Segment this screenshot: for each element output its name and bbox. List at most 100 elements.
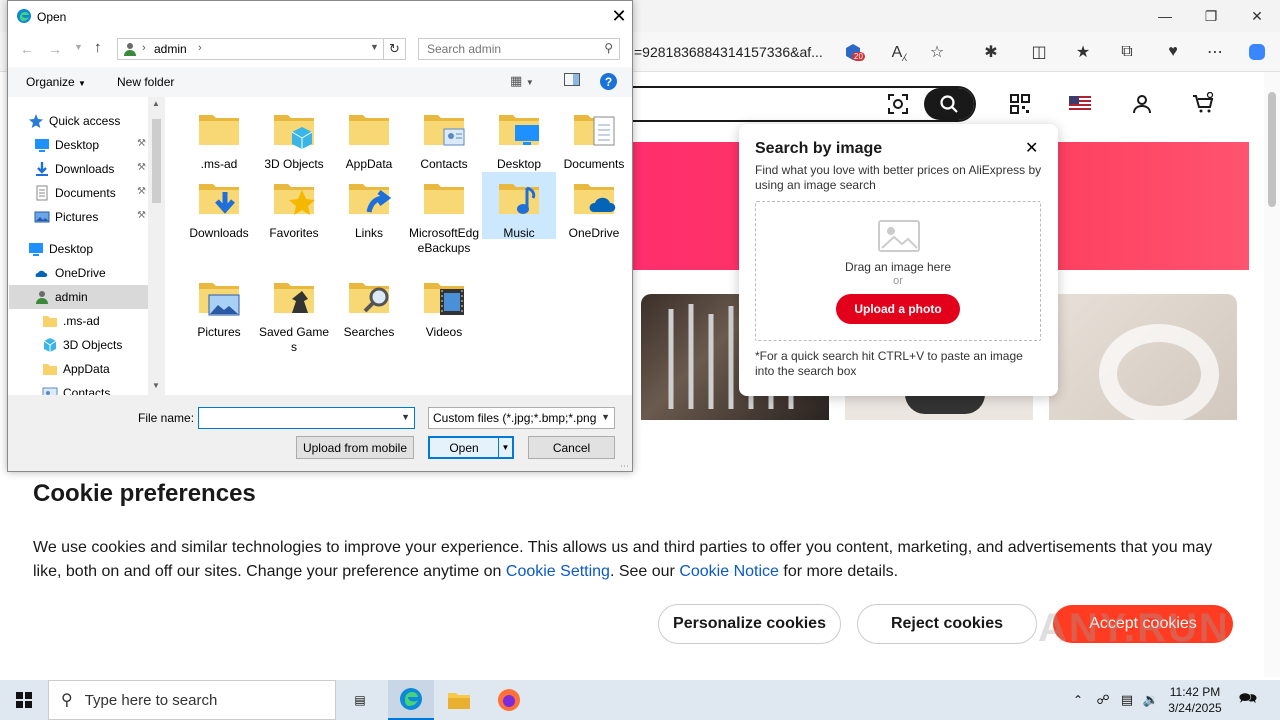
- file-tile-onedrive[interactable]: OneDrive: [557, 176, 631, 241]
- extensions-icon[interactable]: ✱: [976, 38, 1006, 66]
- close-window-button[interactable]: ✕: [1234, 0, 1280, 32]
- organize-button[interactable]: Organize ▼: [26, 75, 86, 89]
- nav-item-3d-objects[interactable]: 3D Objects: [42, 333, 148, 357]
- clock[interactable]: 11:42 PM 3/24/2025: [1166, 680, 1224, 720]
- file-tile-microsoftedgebackups[interactable]: MicrosoftEdgeBackups: [407, 176, 481, 256]
- preview-pane-icon[interactable]: [564, 73, 580, 86]
- split-screen-icon[interactable]: ◫: [1024, 38, 1054, 66]
- file-tile-music[interactable]: Music: [482, 172, 556, 240]
- file-tile-ms-ad[interactable]: .ms-ad: [182, 107, 256, 172]
- favorites-icon[interactable]: ★: [1068, 38, 1098, 66]
- up-arrow-icon[interactable]: ↑: [94, 39, 102, 56]
- dialog-close-icon[interactable]: ✕: [606, 5, 632, 27]
- minimize-button[interactable]: —: [1142, 0, 1188, 32]
- file-tile-appdata[interactable]: AppData: [332, 107, 406, 172]
- upload-photo-button[interactable]: Upload a photo: [836, 294, 960, 324]
- pin-icon[interactable]: ⚒: [137, 186, 146, 197]
- pin-icon[interactable]: ⚒: [137, 210, 146, 221]
- cookie-setting-link[interactable]: Cookie Setting: [506, 563, 610, 580]
- start-button[interactable]: [0, 680, 48, 720]
- network-icon[interactable]: ☍: [1092, 680, 1114, 720]
- nav-item-pictures[interactable]: Pictures ⚒: [34, 205, 148, 229]
- browser-essentials-icon[interactable]: ♥: [1158, 38, 1188, 66]
- copilot-icon[interactable]: [1242, 38, 1272, 66]
- page-scrollbar[interactable]: [1264, 72, 1280, 677]
- collections-icon[interactable]: ⧉: [1112, 38, 1142, 66]
- nav-item-admin[interactable]: admin: [9, 285, 148, 309]
- file-tile-links[interactable]: Links: [332, 176, 406, 241]
- open-button[interactable]: Open ▼: [428, 436, 514, 459]
- file-tile-downloads[interactable]: Downloads: [182, 176, 256, 241]
- file-tile-3d-objects[interactable]: 3D Objects: [257, 107, 331, 172]
- forward-arrow-icon[interactable]: →: [48, 41, 62, 57]
- scroll-up-icon[interactable]: ▲: [152, 99, 160, 108]
- show-hidden-icons-icon[interactable]: ⌃: [1068, 680, 1088, 720]
- cart-icon[interactable]: [1192, 91, 1216, 117]
- nav-item-desktop[interactable]: Desktop ⚒: [34, 133, 148, 157]
- pin-icon[interactable]: ⚒: [137, 162, 146, 173]
- cookie-notice-link[interactable]: Cookie Notice: [679, 563, 779, 580]
- file-tile-desktop[interactable]: Desktop: [482, 107, 556, 172]
- image-search-icon[interactable]: [886, 92, 910, 119]
- edge-taskbar-icon[interactable]: [388, 680, 434, 720]
- product-image-tape[interactable]: [1049, 294, 1237, 420]
- address-bar-url[interactable]: =9281836884314157336&af...: [634, 44, 823, 60]
- restore-button[interactable]: ❐: [1188, 0, 1234, 32]
- file-tile-searches[interactable]: Searches: [332, 275, 406, 340]
- account-icon[interactable]: [1132, 94, 1152, 117]
- file-explorer-icon[interactable]: [436, 680, 482, 720]
- more-menu-icon[interactable]: ⋯: [1200, 38, 1230, 66]
- firefox-icon[interactable]: [486, 680, 532, 720]
- file-tile-pictures[interactable]: Pictures: [182, 275, 256, 340]
- resize-grip-icon[interactable]: ⋯: [620, 461, 629, 472]
- view-options-icon[interactable]: ▦ ▼: [510, 73, 534, 89]
- extension-icon[interactable]: 20: [838, 38, 868, 66]
- file-tile-videos[interactable]: Videos: [407, 275, 481, 340]
- nav-item-onedrive[interactable]: OneDrive: [34, 261, 148, 285]
- nav-item-ms-ad[interactable]: .ms-ad: [42, 309, 148, 333]
- scroll-down-icon[interactable]: ▼: [152, 381, 160, 390]
- reject-cookies-button[interactable]: Reject cookies: [857, 604, 1037, 644]
- nav-scroll-thumb[interactable]: [152, 119, 161, 203]
- notifications-icon[interactable]: 🗪: [1230, 680, 1266, 720]
- file-tile-saved-games[interactable]: Saved Games: [257, 275, 331, 355]
- help-icon[interactable]: ?: [600, 73, 617, 90]
- nav-item-quick-access[interactable]: Quick access: [28, 109, 148, 133]
- dialog-search-input[interactable]: Search admin ⚲: [418, 38, 620, 60]
- personalize-cookies-button[interactable]: Personalize cookies: [658, 604, 841, 644]
- nav-scrollbar[interactable]: ▲ ▼: [148, 97, 165, 395]
- file-tile-contacts[interactable]: Contacts: [407, 107, 481, 172]
- us-flag-icon[interactable]: [1069, 96, 1091, 111]
- new-folder-button[interactable]: New folder: [117, 75, 174, 89]
- task-view-icon[interactable]: ▤: [340, 680, 380, 720]
- taskbar-search[interactable]: ⚲ Type here to search: [48, 680, 336, 720]
- file-type-select[interactable]: Custom files (*.jpg;*.bmp;*.png ▼: [428, 407, 615, 429]
- read-aloud-icon[interactable]: A⁁: [884, 38, 914, 66]
- open-split-chevron-icon[interactable]: ▼: [498, 438, 512, 457]
- nav-item-documents[interactable]: Documents ⚒: [34, 181, 148, 205]
- scrollbar-thumb[interactable]: [1268, 92, 1276, 207]
- wifi-icon[interactable]: ▤: [1116, 680, 1138, 720]
- site-search-input[interactable]: [620, 86, 976, 122]
- pin-icon[interactable]: ⚒: [137, 138, 146, 149]
- recent-chevron-icon[interactable]: ▼: [74, 42, 83, 52]
- breadcrumb-admin[interactable]: admin: [154, 42, 187, 56]
- popup-close-icon[interactable]: ✕: [1025, 138, 1038, 158]
- cancel-button[interactable]: Cancel: [528, 436, 615, 459]
- qr-code-icon[interactable]: [1010, 94, 1030, 117]
- file-tile-documents[interactable]: Documents: [557, 107, 631, 172]
- upload-from-mobile-button[interactable]: Upload from mobile: [296, 436, 414, 459]
- refresh-icon[interactable]: ↻: [384, 38, 406, 60]
- file-tile-favorites[interactable]: Favorites: [257, 176, 331, 241]
- search-submit-button[interactable]: [924, 88, 974, 120]
- volume-icon[interactable]: 🔉: [1140, 680, 1162, 720]
- chevron-down-icon[interactable]: ▼: [401, 412, 410, 422]
- address-dropdown-icon[interactable]: ▼: [370, 42, 379, 52]
- nav-item-downloads[interactable]: Downloads ⚒: [34, 157, 148, 181]
- file-name-input[interactable]: ▼: [198, 407, 415, 429]
- nav-item-desktop[interactable]: Desktop: [28, 237, 148, 261]
- back-arrow-icon[interactable]: ←: [20, 41, 34, 57]
- nav-item-appdata[interactable]: AppData: [42, 357, 148, 381]
- dialog-address-bar[interactable]: › admin › ▼: [117, 38, 384, 60]
- favorite-star-icon[interactable]: ☆: [922, 38, 952, 66]
